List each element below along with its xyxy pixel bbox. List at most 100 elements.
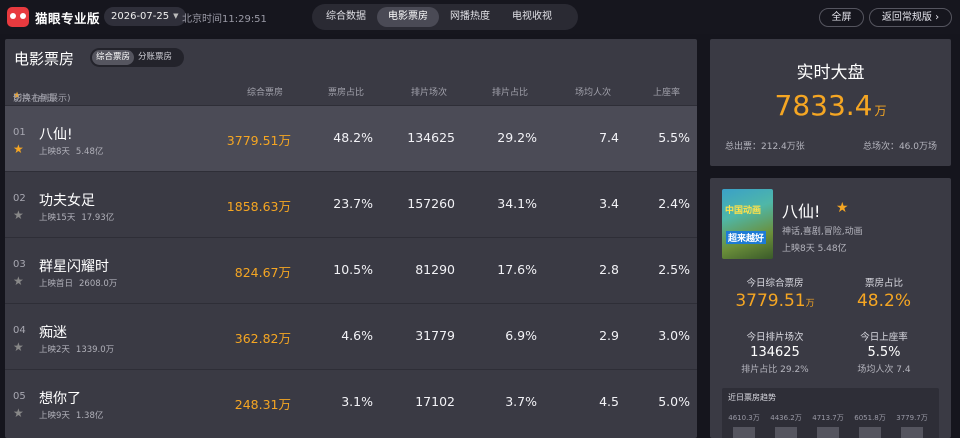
trend-bar: [733, 427, 755, 438]
row-box-share: 4.6%: [341, 328, 373, 343]
row-avg-people: 4.5: [599, 394, 619, 409]
row-box-share: 48.2%: [333, 130, 373, 145]
toggle-combined-box[interactable]: 综合票房: [92, 50, 135, 65]
today-box-stat: 今日综合票房 3779.51万: [720, 275, 830, 311]
today-box-number: 3779.51: [735, 291, 806, 311]
top-bar: 猫眼专业版 2026-07-25 ▼ 北京时间11:29:51 综合数据 电影票…: [0, 0, 960, 34]
row-show-share: 17.6%: [497, 262, 537, 277]
tab-tv-ratings[interactable]: 电视收视: [501, 7, 563, 27]
row-days: 上映2天: [39, 345, 70, 355]
col-show-share[interactable]: 排片占比: [492, 85, 528, 98]
box-share-label: 票房占比: [864, 278, 903, 289]
total-shows: 总场次：46.0万场: [862, 142, 937, 152]
occupancy-value: 5.5%: [867, 345, 901, 360]
row-rank: 05: [13, 391, 26, 402]
movie-name: 八仙!: [782, 202, 821, 221]
row-show-share: 3.7%: [505, 394, 537, 409]
row-occupancy: 5.0%: [658, 394, 690, 409]
row-box: 3779.51万: [226, 133, 291, 148]
star-icon[interactable]: ★: [13, 142, 24, 156]
col-box[interactable]: 综合票房: [247, 85, 283, 98]
row-meta: 上映15天 17.93亿: [39, 211, 120, 223]
poster-text-bottom: 超来越好: [726, 231, 767, 244]
back-to-regular-button[interactable]: 返回常规版 ›: [869, 8, 952, 27]
row-days: 上映首日: [39, 279, 74, 289]
star-icon[interactable]: ★: [13, 340, 24, 354]
row-days: 上映8天: [39, 147, 70, 157]
row-total: 1.38亿: [75, 411, 104, 421]
row-rank: 02: [13, 193, 26, 204]
row-occupancy: 5.5%: [658, 130, 690, 145]
shows-stat: 今日排片场次 134625 排片占比 29.2%: [720, 329, 830, 375]
trend-value: 4713.7万: [812, 414, 844, 422]
box-office-panel: 电影票房 综合票房 分账票房 影片 (点击 ★ 切换右侧展示) 综合票房 票房占比…: [5, 39, 697, 438]
trend-value: 4436.2万: [770, 414, 802, 422]
table-row[interactable]: 03 ★ 群星闪耀时 上映首日 2608.0万 824.67万 10.5% 81290 17.6…: [5, 237, 697, 303]
row-show-share: 34.1%: [497, 196, 537, 211]
app-root: 猫眼专业版 2026-07-25 ▼ 北京时间11:29:51 综合数据 电影票…: [0, 0, 960, 438]
col-film-suffix: 切换右侧展示): [13, 94, 71, 104]
star-icon[interactable]: ★: [836, 200, 849, 216]
star-icon[interactable]: ★: [13, 274, 24, 288]
row-total: 5.48亿: [75, 147, 104, 157]
trend-bar: [901, 427, 923, 438]
col-box-share[interactable]: 票房占比: [328, 85, 364, 98]
realtime-number: 7833.4: [774, 89, 873, 122]
trend-title: 近日票房趋势: [728, 393, 776, 402]
star-icon[interactable]: ★: [13, 208, 24, 222]
row-box: 824.67万: [234, 265, 291, 280]
shows-value: 134625: [750, 345, 800, 360]
row-movie-name: 功夫女足: [39, 193, 95, 209]
fullscreen-button[interactable]: 全屏: [819, 8, 864, 27]
row-box-share: 23.7%: [333, 196, 373, 211]
movie-poster[interactable]: 中国动画 超来越好: [722, 189, 773, 259]
box-share-stat: 票房占比 48.2%: [829, 275, 939, 311]
col-avg-people[interactable]: 场均人次: [575, 85, 611, 98]
row-shows: 17102: [415, 394, 455, 409]
date-selector[interactable]: 2026-07-25 ▼: [104, 7, 186, 26]
col-occupancy[interactable]: 上座率: [653, 85, 680, 98]
row-avg-people: 2.9: [599, 328, 619, 343]
row-occupancy: 2.4%: [658, 196, 690, 211]
table-row[interactable]: 05 ★ 想你了 上映9天 1.38亿 248.31万 3.1% 17102 3.7% 4.5 5.…: [5, 369, 697, 435]
row-meta: 上映8天 5.48亿: [39, 145, 109, 157]
table-row[interactable]: 02 ★ 功夫女足 上映15天 17.93亿 1858.63万 23.7% 157260 34.…: [5, 171, 697, 237]
row-days: 上映9天: [39, 411, 70, 421]
row-rank: 04: [13, 325, 26, 336]
row-meta: 上映9天 1.38亿: [39, 409, 109, 421]
box-share-value: 48.2%: [856, 291, 911, 311]
row-meta: 上映首日 2608.0万: [39, 277, 123, 289]
box-type-toggle: 综合票房 分账票房: [90, 48, 184, 67]
avg-people-value: 场均人次 7.4: [857, 365, 911, 375]
table-row[interactable]: 01 ★ 八仙! 上映8天 5.48亿 3779.51万 48.2% 134625 29.2% 7…: [5, 105, 697, 171]
row-total: 2608.0万: [79, 279, 118, 289]
trend-value: 3779.7万: [896, 414, 928, 422]
date-value: 2026-07-25: [111, 11, 170, 22]
row-movie-name: 想你了: [39, 391, 81, 407]
panel-header: 电影票房 综合票房 分账票房: [5, 39, 697, 77]
realtime-unit: 万: [874, 104, 887, 118]
row-movie-name: 痴迷: [39, 325, 67, 341]
row-box-share: 10.5%: [333, 262, 373, 277]
cat-eye-logo-icon: [7, 7, 29, 27]
row-box: 248.31万: [234, 397, 291, 412]
logo: 猫眼专业版: [7, 7, 100, 27]
row-shows: 134625: [407, 130, 455, 145]
tab-web-heat[interactable]: 网播热度: [439, 7, 501, 27]
col-shows[interactable]: 排片场次: [411, 85, 447, 98]
row-shows: 157260: [407, 196, 455, 211]
shows-label: 今日排片场次: [746, 332, 804, 343]
tab-overall[interactable]: 综合数据: [315, 7, 377, 27]
chevron-down-icon: ▼: [173, 12, 179, 20]
toggle-split-box[interactable]: 分账票房: [134, 50, 176, 65]
table-row[interactable]: 04 ★ 痴迷 上映2天 1339.0万 362.82万 4.6% 31779 6.9% 2.9 3…: [5, 303, 697, 369]
chevron-right-icon: ›: [935, 12, 940, 23]
panel-title: 电影票房: [14, 50, 75, 68]
row-occupancy: 3.0%: [658, 328, 690, 343]
realtime-footer: 总出票：212.4万张 总场次：46.0万场: [725, 139, 937, 152]
star-icon[interactable]: ★: [13, 406, 24, 420]
row-show-share: 29.2%: [497, 130, 537, 145]
tab-movie-box-office[interactable]: 电影票房: [377, 7, 439, 27]
show-share-value: 排片占比 29.2%: [741, 365, 809, 375]
movie-genre: 神话,喜剧,冒险,动画: [782, 227, 863, 237]
